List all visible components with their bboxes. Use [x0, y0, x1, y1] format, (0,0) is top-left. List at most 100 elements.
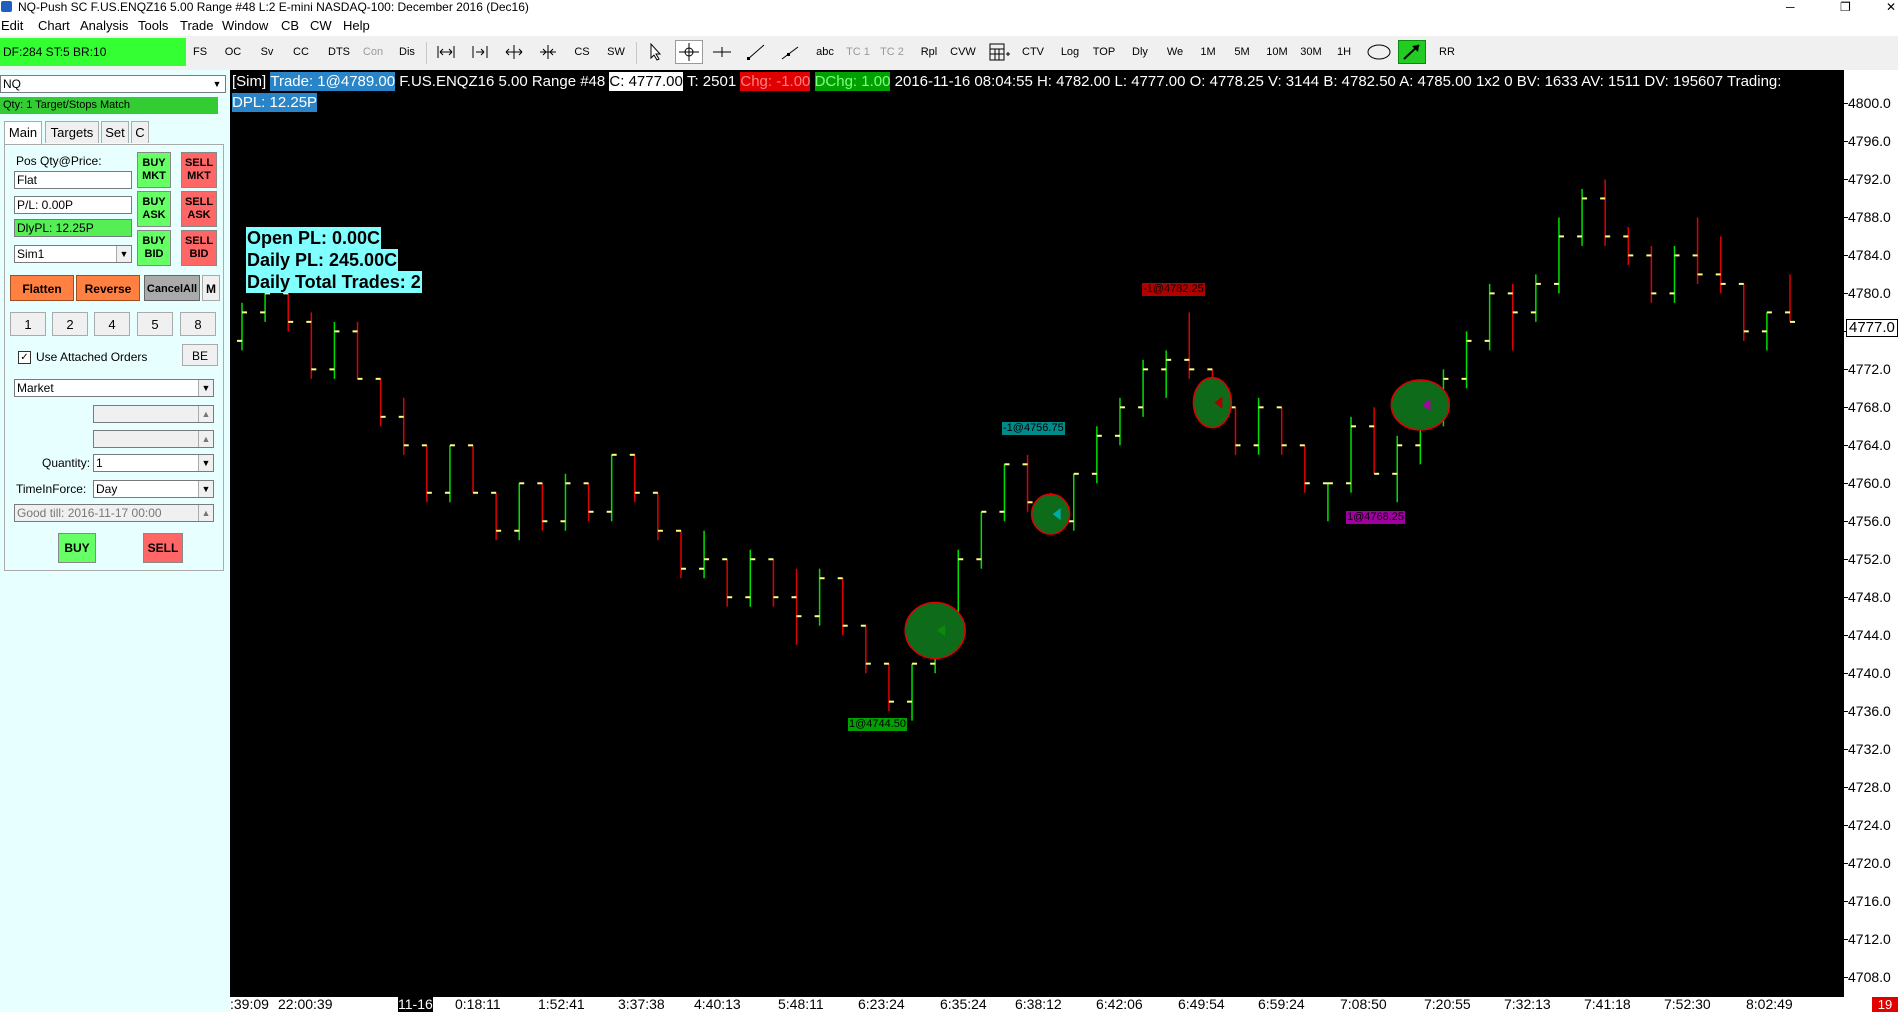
- rr-button[interactable]: RR: [1432, 40, 1462, 64]
- fill-marker: [904, 601, 966, 660]
- price-chart[interactable]: [230, 70, 1898, 1012]
- menu-help[interactable]: Help: [343, 18, 370, 33]
- qty-2-button[interactable]: 2: [52, 312, 88, 336]
- ellipse-icon[interactable]: [1364, 40, 1394, 64]
- con-button[interactable]: Con: [358, 40, 388, 64]
- time-tick-label: 6:42:06: [1096, 996, 1143, 1012]
- fill-label-sell: -1@4782.25: [1142, 283, 1205, 296]
- 5m-button[interactable]: 5M: [1228, 40, 1256, 64]
- sw-button[interactable]: SW: [603, 40, 629, 64]
- crosshair-icon[interactable]: [675, 40, 703, 64]
- attached-orders-checkbox[interactable]: ✓: [18, 351, 31, 364]
- pointer-icon[interactable]: [643, 40, 667, 64]
- price-tick-mark: [1844, 787, 1848, 789]
- price-tick-label: 4748.0: [1848, 589, 1891, 606]
- calculator-icon[interactable]: [984, 40, 1014, 64]
- time-tick-label: 6:23:24: [858, 996, 905, 1012]
- price2-field[interactable]: ▲: [93, 430, 214, 448]
- fs-button[interactable]: FS: [188, 40, 212, 64]
- chevron-down-icon: ▼: [116, 246, 131, 262]
- top-button[interactable]: TOP: [1088, 40, 1120, 64]
- 1m-button[interactable]: 1M: [1194, 40, 1222, 64]
- buy-button[interactable]: BUY: [58, 533, 96, 563]
- price-tick-mark: [1844, 597, 1848, 599]
- bar-width-icon[interactable]: [434, 40, 458, 64]
- maximize-icon[interactable]: ❐: [1840, 0, 1851, 14]
- symbol-info-label: F.US.ENQZ16 5.00 Range #48: [399, 73, 606, 90]
- tab-main[interactable]: Main: [4, 121, 42, 145]
- buy-mkt-button[interactable]: BUY MKT: [137, 152, 171, 188]
- menu-chart[interactable]: Chart: [38, 18, 70, 33]
- oc-button[interactable]: OC: [220, 40, 246, 64]
- price-tick-label: 4788.0: [1848, 209, 1891, 226]
- price-tick-label: 4744.0: [1848, 627, 1891, 644]
- tab-targets[interactable]: Targets: [45, 121, 99, 143]
- menu-cw[interactable]: CW: [310, 18, 332, 33]
- buy-bid-button[interactable]: BUY BID: [137, 230, 171, 266]
- dis-button[interactable]: Dis: [392, 40, 422, 64]
- log-button[interactable]: Log: [1054, 40, 1086, 64]
- tif-select[interactable]: Day ▼: [93, 480, 214, 498]
- menu-cb[interactable]: CB: [281, 18, 299, 33]
- tab-c[interactable]: C: [131, 121, 149, 143]
- tab-set[interactable]: Set: [101, 121, 129, 143]
- rpl-button[interactable]: Rpl: [914, 40, 944, 64]
- bar-spacing-icon[interactable]: [468, 40, 492, 64]
- reverse-button[interactable]: Reverse: [76, 275, 140, 301]
- flatten-button[interactable]: Flatten: [10, 275, 74, 301]
- symbol-select[interactable]: NQ ▼: [0, 75, 226, 93]
- trade-tabs: Main Targets Set C: [4, 121, 224, 145]
- tc2-button[interactable]: TC 2: [877, 40, 907, 64]
- we-button[interactable]: We: [1160, 40, 1190, 64]
- zoom-in-icon[interactable]: [536, 40, 560, 64]
- sv-button[interactable]: Sv: [254, 40, 280, 64]
- cvw-button[interactable]: CVW: [948, 40, 978, 64]
- be-button[interactable]: BE: [182, 344, 218, 366]
- ray-icon[interactable]: [778, 40, 802, 64]
- buy-ask-button[interactable]: BUY ASK: [137, 191, 171, 227]
- dts-button[interactable]: DTS: [322, 40, 356, 64]
- time-tick-label: 4:40:13: [694, 996, 741, 1012]
- sell-mkt-button[interactable]: SELL MKT: [181, 152, 217, 188]
- cs-button[interactable]: CS: [570, 40, 594, 64]
- 30m-button[interactable]: 30M: [1296, 40, 1326, 64]
- account-select[interactable]: Sim1 ▼: [14, 245, 132, 263]
- daily-change-label: DChg: 1.00: [814, 72, 891, 91]
- qty-5-button[interactable]: 5: [137, 312, 173, 336]
- time-tick-label: :39:09: [230, 996, 269, 1012]
- qty-4-button[interactable]: 4: [94, 312, 130, 336]
- chart-canvas[interactable]: [230, 70, 1844, 997]
- sell-bid-button[interactable]: SELL BID: [181, 230, 217, 266]
- quantity-field[interactable]: 1 ▼: [93, 454, 214, 472]
- close-icon[interactable]: ✕: [1886, 0, 1896, 14]
- sell-ask-button[interactable]: SELL ASK: [181, 191, 217, 227]
- qty-1-button[interactable]: 1: [10, 312, 46, 336]
- 10m-button[interactable]: 10M: [1262, 40, 1292, 64]
- ctv-button[interactable]: CTV: [1018, 40, 1048, 64]
- menu-tools[interactable]: Tools: [138, 18, 168, 33]
- cc-button[interactable]: CC: [288, 40, 314, 64]
- line-icon[interactable]: [744, 40, 768, 64]
- m-button[interactable]: M: [202, 275, 220, 301]
- menu-window[interactable]: Window: [222, 18, 268, 33]
- minimize-icon[interactable]: ─: [1786, 0, 1795, 14]
- price-tick-label: 4792.0: [1848, 171, 1891, 188]
- qty-8-button[interactable]: 8: [180, 312, 216, 336]
- time-tick-label: 8:02:49: [1746, 996, 1793, 1012]
- 1h-button[interactable]: 1H: [1330, 40, 1358, 64]
- horizontal-line-icon[interactable]: [710, 40, 734, 64]
- menu-trade[interactable]: Trade: [180, 18, 213, 33]
- cancel-all-button[interactable]: CancelAll: [144, 275, 200, 301]
- sell-button[interactable]: SELL: [143, 533, 183, 563]
- good-till-field[interactable]: Good till: 2016-11-17 00:00 ▲: [14, 504, 214, 522]
- fill-marker: [1390, 379, 1451, 431]
- zoom-out-icon[interactable]: [502, 40, 526, 64]
- tc1-button[interactable]: TC 1: [843, 40, 873, 64]
- price1-field[interactable]: ▲: [93, 405, 214, 423]
- dly-button[interactable]: Dly: [1124, 40, 1156, 64]
- menu-edit[interactable]: Edit: [1, 18, 23, 33]
- order-type-select[interactable]: Market ▼: [14, 379, 214, 397]
- arrow-icon[interactable]: [1398, 40, 1426, 64]
- menu-analysis[interactable]: Analysis: [80, 18, 128, 33]
- abc-button[interactable]: abc: [810, 40, 840, 64]
